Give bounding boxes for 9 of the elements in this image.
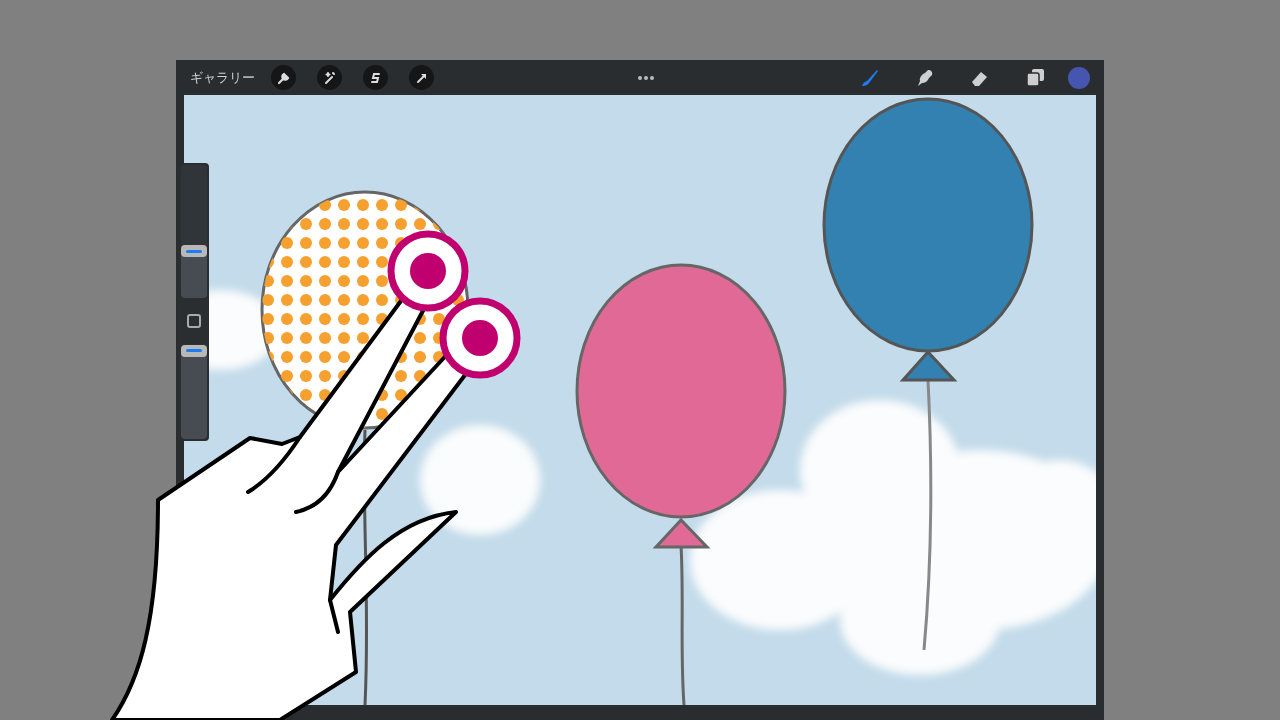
slider-thumb[interactable] (180, 344, 207, 357)
modify-button[interactable] (186, 314, 201, 328)
brush-size-slider[interactable] (180, 165, 207, 298)
wand-tool-button[interactable] (317, 65, 342, 90)
more-icon[interactable] (636, 74, 655, 81)
slider-thumb[interactable] (180, 245, 207, 258)
gallery-link[interactable]: ギャラリー (190, 67, 255, 88)
move-tool-button[interactable] (409, 65, 434, 90)
color-swatch[interactable] (1068, 66, 1090, 89)
